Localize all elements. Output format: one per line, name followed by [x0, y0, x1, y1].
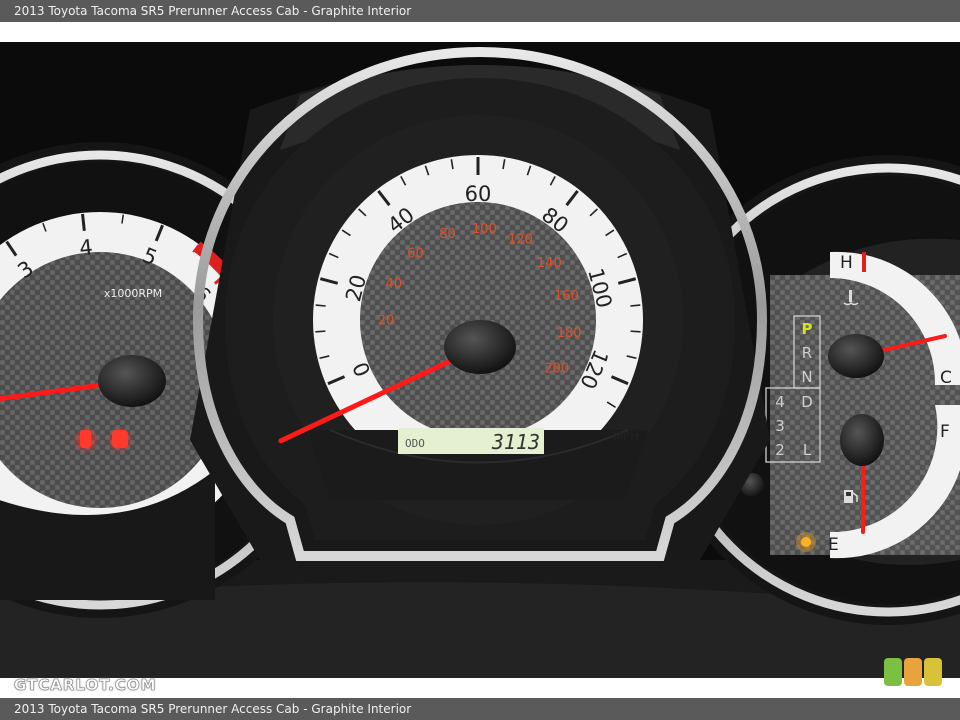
kmh-tick-label: 100	[472, 222, 497, 237]
gear-2-label: 2	[775, 441, 785, 459]
kmh-tick-label: 160	[554, 289, 579, 304]
kmh-tick-label: 120	[508, 232, 533, 247]
gear-d-label: D	[801, 393, 813, 411]
kmh-tick-label: 60	[407, 246, 424, 261]
temp-hot-label: H	[840, 253, 853, 273]
gear-p-label: P	[802, 320, 813, 338]
temp-hub	[828, 334, 884, 378]
speed-tick	[630, 330, 641, 333]
odometer-label: ODO	[405, 437, 425, 450]
tachometer-hub	[98, 355, 166, 407]
gear-4-label: 4	[775, 393, 785, 411]
odometer-display: ODO 3113	[398, 428, 544, 454]
instrument-cluster-photo: 0123456 x1000RPM H C F	[0, 42, 960, 678]
fuel-empty-label: E	[828, 535, 839, 555]
kmh-tick-label: 140	[537, 256, 562, 271]
gear-3-label: 3	[775, 417, 785, 435]
temp-cold-label: C	[940, 368, 952, 388]
top-caption-bar: 2013 Toyota Tacoma SR5 Prerunner Access …	[0, 0, 960, 22]
speedometer: 020406080100120 20406080 1001201401601802…	[190, 46, 770, 561]
kmh-tick-label: 200	[544, 361, 569, 376]
tach-tick-label: 4	[78, 235, 94, 260]
speedometer-hub	[444, 320, 516, 374]
odometer-value: 3113	[491, 430, 540, 454]
kmh-tick-label: 80	[439, 227, 456, 242]
amber-warning-icon	[801, 537, 811, 547]
orange-view-icon[interactable]	[904, 658, 922, 686]
gear-l-label: L	[803, 441, 812, 459]
kmh-tick-label: 180	[557, 326, 582, 341]
kmh-tick-label: 20	[378, 313, 395, 328]
gear-n-label: N	[801, 368, 812, 386]
fuel-full-label: F	[940, 422, 950, 442]
watermark-logo: GTCARLOT.COM	[14, 676, 157, 695]
tachometer-unit: x1000RPM	[104, 287, 162, 300]
gear-r-label: R	[802, 344, 812, 362]
speedometer-unit: MPH	[613, 429, 640, 443]
kmh-tick-label: 40	[386, 277, 403, 292]
mph-tick-label: 60	[465, 182, 492, 206]
view-options[interactable]	[884, 658, 942, 686]
speed-tick	[630, 304, 641, 307]
speed-tick	[315, 330, 326, 333]
green-view-icon[interactable]	[884, 658, 902, 686]
tach-tick	[81, 213, 86, 231]
bottom-caption-bar: 2013 Toyota Tacoma SR5 Prerunner Access …	[0, 698, 960, 720]
yellow-view-icon[interactable]	[924, 658, 942, 686]
fuel-hub	[840, 414, 884, 466]
bottom-caption: 2013 Toyota Tacoma SR5 Prerunner Access …	[14, 702, 412, 716]
top-caption: 2013 Toyota Tacoma SR5 Prerunner Access …	[14, 4, 412, 18]
speed-tick	[315, 304, 326, 307]
